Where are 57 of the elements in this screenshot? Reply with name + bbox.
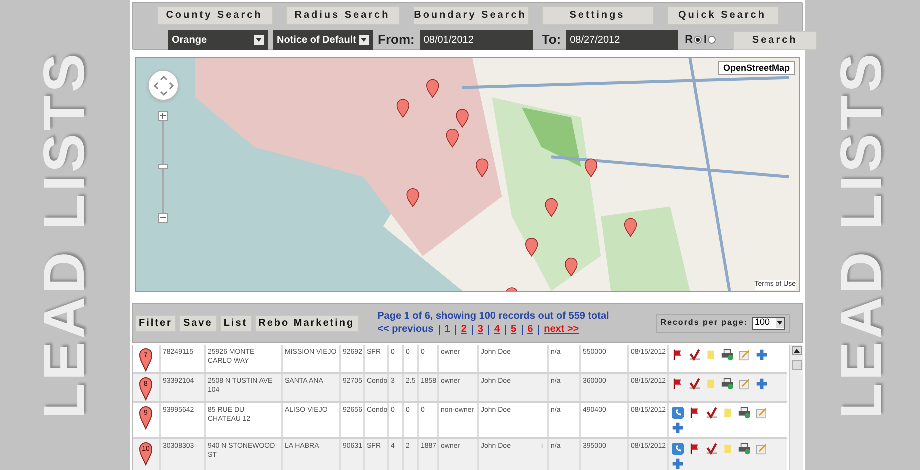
- plus-icon[interactable]: [672, 458, 684, 470]
- radio-button[interactable]: [708, 36, 716, 44]
- radio-label: R: [685, 32, 694, 48]
- side-banner-text: LEAD LISTS: [35, 50, 95, 420]
- phone-icon[interactable]: [672, 407, 684, 419]
- check-mark-icon[interactable]: [689, 349, 701, 361]
- county-select[interactable]: Orange: [168, 30, 268, 50]
- flag-icon[interactable]: [689, 443, 701, 455]
- toolbar-button[interactable]: Save: [179, 314, 217, 332]
- plus-icon[interactable]: [672, 422, 684, 434]
- per-page-select[interactable]: 100: [752, 316, 785, 330]
- edit-icon[interactable]: [739, 349, 751, 361]
- plus-icon[interactable]: [756, 349, 768, 361]
- radio-button[interactable]: [694, 36, 702, 44]
- check-mark-icon[interactable]: [689, 378, 701, 390]
- notice-type-select[interactable]: Notice of Default: [273, 30, 373, 50]
- map-layer-button[interactable]: OpenStreetMap: [718, 61, 795, 75]
- to-date-field[interactable]: 08/27/2012: [566, 30, 678, 50]
- dropdown-arrow-icon: [359, 35, 369, 45]
- toolbar-button[interactable]: Filter: [135, 314, 176, 332]
- edit-icon[interactable]: [756, 407, 768, 419]
- phone-icon[interactable]: [672, 443, 684, 455]
- nav-button[interactable]: Quick Search: [666, 6, 778, 25]
- page-link[interactable]: 1: [438, 324, 456, 334]
- from-date-field[interactable]: 08/01/2012: [420, 30, 533, 50]
- search-button[interactable]: Search: [733, 30, 818, 50]
- nav-button[interactable]: Radius Search: [286, 6, 400, 25]
- side-banner-text: LEAD LISTS: [832, 50, 892, 420]
- toolbar-button[interactable]: List: [220, 314, 252, 332]
- printer-icon[interactable]: [721, 349, 734, 361]
- previous-link[interactable]: << previous: [378, 323, 439, 336]
- check-mark-icon[interactable]: [706, 443, 718, 455]
- scroll-up-arrow-icon[interactable]: [792, 346, 802, 355]
- toolbar-button[interactable]: Rebo Marketing: [254, 314, 359, 332]
- nav-button[interactable]: County Search: [156, 6, 272, 25]
- from-label: From:: [378, 31, 415, 50]
- nav-button[interactable]: Settings: [542, 6, 654, 25]
- printer-icon[interactable]: [738, 443, 751, 455]
- records-summary: Page 1 of 6, showing 100 records out of 559 total: [378, 310, 610, 323]
- per-page-label: Records per page:: [660, 317, 748, 329]
- zoom-out-icon[interactable]: [158, 213, 168, 223]
- plus-icon[interactable]: [756, 378, 768, 390]
- flag-icon[interactable]: [672, 349, 684, 361]
- printer-icon[interactable]: [738, 407, 751, 419]
- dropdown-arrow-icon: [254, 35, 264, 45]
- to-label: To:: [542, 31, 562, 50]
- flag-icon[interactable]: [672, 378, 684, 390]
- nav-button[interactable]: Boundary Search: [412, 6, 528, 25]
- dropdown-arrow-icon: [776, 318, 784, 328]
- check-mark-icon[interactable]: [706, 407, 718, 419]
- scrollbar[interactable]: [789, 345, 803, 470]
- radio-label: I: [704, 32, 708, 48]
- zoom-slider-thumb[interactable]: [158, 164, 168, 169]
- scrollbar-thumb[interactable]: [792, 360, 802, 370]
- zoom-in-icon[interactable]: [158, 111, 168, 121]
- flag-icon[interactable]: [689, 407, 701, 419]
- printer-icon[interactable]: [721, 378, 734, 390]
